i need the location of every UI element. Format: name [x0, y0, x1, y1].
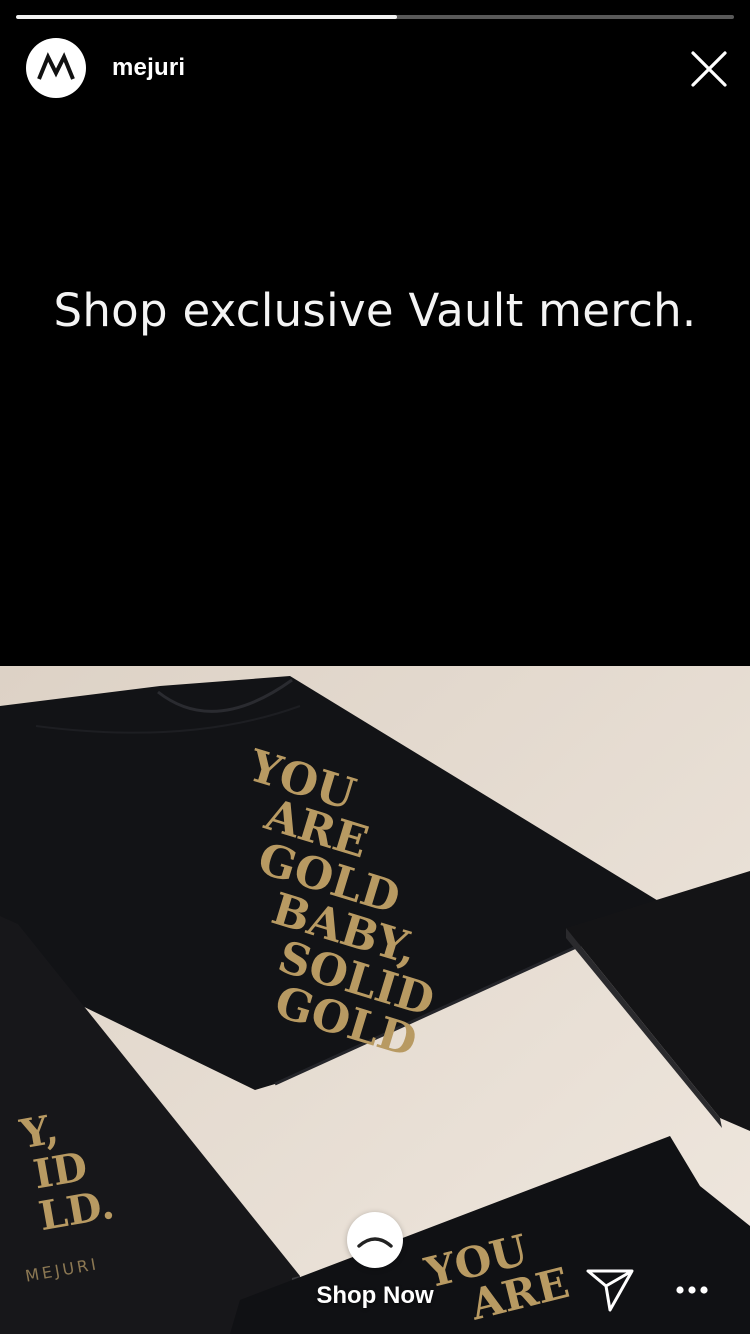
story-headline: Shop exclusive Vault merch. — [53, 284, 697, 337]
send-button[interactable] — [584, 1266, 636, 1314]
more-icon — [676, 1286, 708, 1294]
more-options-button[interactable] — [670, 1276, 714, 1304]
chevron-up-icon — [357, 1237, 393, 1248]
story-progress-fill — [16, 15, 397, 19]
profile-username[interactable]: mejuri — [112, 54, 185, 82]
shop-now-circle[interactable] — [347, 1212, 403, 1268]
mejuri-logo-icon — [37, 52, 75, 80]
story-progress-bar — [16, 15, 734, 19]
send-icon — [586, 1269, 634, 1312]
profile-avatar[interactable] — [26, 38, 86, 98]
close-button[interactable] — [686, 46, 732, 92]
shop-now-button[interactable]: Shop Now — [300, 1212, 450, 1322]
close-icon — [691, 51, 727, 87]
shop-now-label[interactable]: Shop Now — [316, 1282, 433, 1310]
